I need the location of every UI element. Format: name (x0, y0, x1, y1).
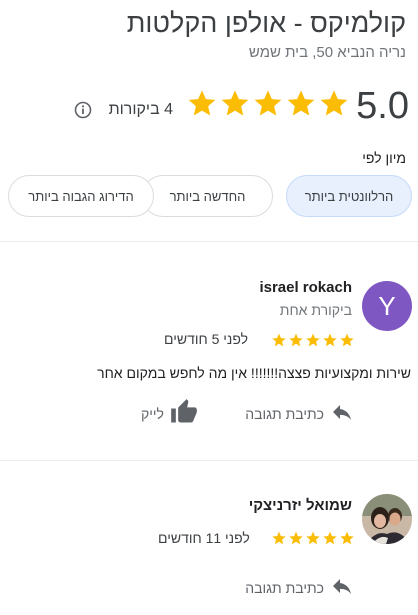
business-address: נריה הנביא 50, בית שמש (248, 44, 406, 61)
reply-icon (330, 574, 354, 601)
sort-chip-relevant[interactable]: הרלוונטית ביותר (286, 175, 412, 217)
reply-label: כתיבת תגובה (245, 579, 324, 596)
star-icon (322, 332, 338, 353)
star-icon (271, 332, 287, 353)
avatar[interactable]: Y (362, 281, 412, 331)
reply-button[interactable]: כתיבת תגובה (245, 574, 354, 601)
reviewer-review-count: ביקורת אחת (279, 302, 352, 318)
star-icon (339, 530, 355, 551)
avatar[interactable] (362, 494, 412, 544)
rating-value: 5.0 (356, 85, 409, 127)
star-icon (322, 530, 338, 551)
sort-chip-newest[interactable]: החדשה ביותר (142, 175, 273, 217)
like-button[interactable]: לייק (141, 398, 198, 429)
reply-label: כתיבת תגובה (245, 405, 324, 422)
thumbs-up-icon (170, 398, 198, 429)
business-title: קולמיקס - אולפן הקלטות (126, 8, 406, 38)
star-icon (305, 332, 321, 353)
star-icon (271, 530, 287, 551)
review-count[interactable]: 4 ביקורות (109, 101, 173, 119)
star-icon (318, 86, 350, 126)
star-icon (252, 86, 284, 126)
reviewer-name[interactable]: שמואל יזרניצקי (249, 497, 352, 514)
sort-chip-highest[interactable]: הדירוג הגבוה ביותר (8, 175, 154, 217)
star-icon (186, 86, 218, 126)
star-icon (305, 530, 321, 551)
reviewer-name[interactable]: israel rokach (259, 279, 352, 296)
review-stars (271, 332, 355, 353)
divider (0, 460, 418, 461)
review-date: לפני 5 חודשים (164, 331, 249, 347)
star-icon (288, 530, 304, 551)
star-icon (219, 86, 251, 126)
info-icon[interactable] (73, 100, 93, 120)
review-text: שירות ומקצועיות פצצה!!!!!!! אין מה לחפש … (97, 365, 411, 381)
rating-stars (186, 86, 350, 126)
review-date: לפני 11 חודשים (158, 530, 250, 546)
star-icon (288, 332, 304, 353)
star-icon (339, 332, 355, 353)
reply-button[interactable]: כתיבת תגובה (245, 400, 354, 427)
star-icon (285, 86, 317, 126)
reply-icon (330, 400, 354, 427)
review-stars (271, 530, 355, 551)
like-label: לייק (141, 405, 164, 422)
divider (0, 241, 418, 242)
sort-label: מיון לפי (362, 150, 406, 166)
